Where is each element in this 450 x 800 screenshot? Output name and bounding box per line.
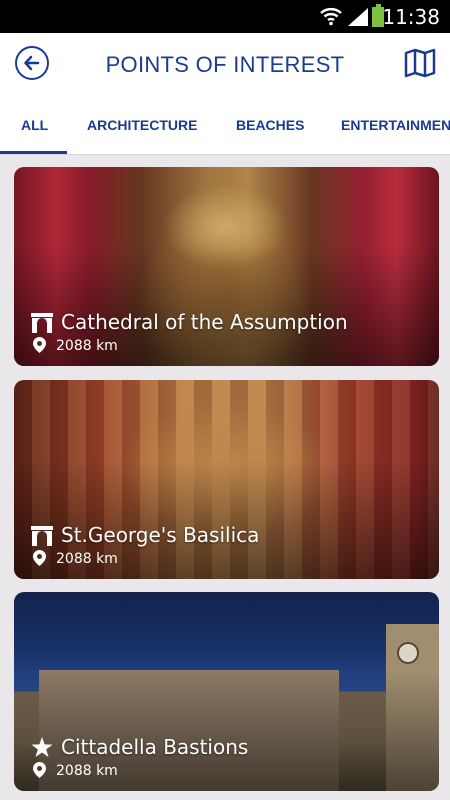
card-image <box>14 167 439 366</box>
poi-card-bastions[interactable]: Cittadella Bastions 2088 km <box>14 592 439 791</box>
card-distance: 2088 km <box>56 551 118 567</box>
tab-entertainment[interactable]: ENTERTAINMENT <box>341 117 450 133</box>
architecture-icon <box>31 313 53 333</box>
category-tabs: ALL ARCHITECTURE BEACHES ENTERTAINMENT <box>0 95 450 155</box>
back-arrow-icon <box>24 55 40 71</box>
status-time: 11:38 <box>382 5 440 29</box>
card-title: Cittadella Bastions <box>61 735 249 759</box>
card-image <box>14 592 439 791</box>
status-bar: 11:38 <box>0 0 450 33</box>
architecture-icon <box>31 526 53 546</box>
card-title: St.George's Basilica <box>61 523 260 547</box>
app-bar: POINTS OF INTEREST <box>0 33 450 95</box>
location-pin-icon <box>33 337 46 353</box>
location-pin-icon <box>33 762 46 778</box>
card-distance: 2088 km <box>56 763 118 779</box>
star-icon <box>31 737 53 757</box>
back-button[interactable] <box>15 46 49 80</box>
poi-card-basilica[interactable]: St.George's Basilica 2088 km <box>14 380 439 579</box>
tab-architecture[interactable]: ARCHITECTURE <box>87 117 197 133</box>
page-title: POINTS OF INTEREST <box>105 52 345 77</box>
card-title: Cathedral of the Assumption <box>61 310 348 334</box>
card-distance: 2088 km <box>56 338 118 354</box>
poi-card-cathedral[interactable]: Cathedral of the Assumption 2088 km <box>14 167 439 366</box>
card-image <box>14 380 439 579</box>
wifi-icon <box>320 8 342 26</box>
signal-icon <box>348 8 368 26</box>
tab-beaches[interactable]: BEACHES <box>236 117 304 133</box>
location-pin-icon <box>33 550 46 566</box>
tab-indicator <box>0 151 67 154</box>
tab-all[interactable]: ALL <box>21 117 48 133</box>
map-button[interactable] <box>404 47 436 79</box>
